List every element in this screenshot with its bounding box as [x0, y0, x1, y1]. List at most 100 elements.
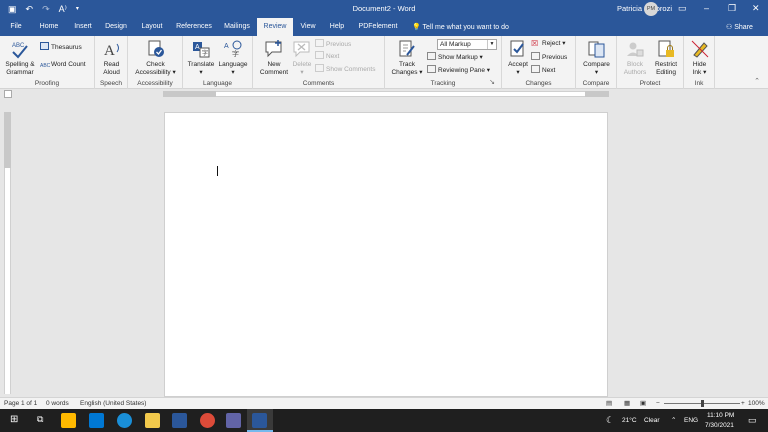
previous-comment-button[interactable]: Previous [315, 39, 351, 49]
tab-insert[interactable]: Insert [68, 18, 98, 36]
language-button[interactable]: A字 Language▾ [216, 39, 250, 76]
group-changes: Accept▾ ☒Reject ▾ Previous Next Changes [502, 36, 576, 89]
tell-me-search[interactable]: 💡 Tell me what you want to do [412, 23, 509, 31]
weather-moon-icon[interactable]: ☾ [606, 415, 614, 426]
word-pinned-icon[interactable] [172, 413, 187, 428]
weather-condition[interactable]: Clear [644, 417, 660, 424]
tab-design[interactable]: Design [101, 18, 131, 36]
vertical-ruler-top-margin[interactable] [4, 112, 11, 168]
translate-button[interactable]: A字 Translate▾ [186, 39, 216, 76]
next-comment-label: Next [326, 53, 339, 60]
mail-icon[interactable] [89, 413, 104, 428]
zoom-level[interactable]: 100% [748, 398, 765, 409]
new-comment-button[interactable]: NewComment [256, 39, 292, 76]
chrome-icon[interactable] [200, 413, 215, 428]
group-compare: Compare▾ Compare [576, 36, 617, 89]
close-icon[interactable]: ✕ [752, 2, 760, 14]
microsoft-store-icon[interactable] [61, 413, 76, 428]
track-changes-button[interactable]: TrackChanges ▾ [389, 39, 425, 76]
weather-temperature[interactable]: 21°C [622, 417, 637, 424]
reviewing-pane-label: Reviewing Pane [438, 67, 485, 74]
read-mode-icon[interactable]: ▦ [624, 398, 630, 409]
ruler-left-margin[interactable] [163, 91, 216, 97]
ribbon-tabs: File Home Insert Design Layout Reference… [0, 18, 768, 36]
ribbon-display-options-icon[interactable]: ▭ [678, 2, 687, 14]
word-count-label: Word Count [51, 61, 86, 68]
horizontal-ruler[interactable] [216, 91, 609, 97]
tab-selector[interactable] [4, 90, 12, 98]
svg-text:A: A [224, 43, 229, 50]
check-accessibility-button[interactable]: CheckAccessibility ▾ [132, 39, 179, 76]
tab-references[interactable]: References [172, 18, 216, 36]
focus-mode-icon[interactable]: ▤ [606, 398, 612, 409]
tab-pdfelement[interactable]: PDFelement [355, 18, 401, 36]
page-count[interactable]: Page 1 of 1 [4, 398, 37, 409]
clock-time[interactable]: 11:10 PM [707, 412, 734, 419]
tab-mailings[interactable]: Mailings [219, 18, 255, 36]
share-button[interactable]: ⚇ Share [726, 23, 753, 31]
reviewing-pane-button[interactable]: Reviewing Pane ▾ [427, 65, 490, 75]
zoom-in-icon[interactable]: + [741, 398, 745, 409]
delete-comment-button[interactable]: Delete▾ [291, 39, 313, 76]
next-change-icon [531, 65, 540, 73]
tab-help[interactable]: Help [326, 18, 348, 36]
windows-taskbar: ⊞ ⧉ ☾ 21°C Clear ⌃ ENG 11:10 PM 7/30/202… [0, 409, 768, 432]
word-count-button[interactable]: ABCWord Count [40, 60, 86, 70]
restore-icon[interactable]: ❐ [728, 2, 736, 14]
teams-icon[interactable] [226, 413, 241, 428]
minimize-icon[interactable]: – [704, 2, 709, 14]
group-ink: HideInk ▾ Ink [684, 36, 715, 89]
next-comment-icon [315, 51, 324, 59]
status-bar: Page 1 of 1 0 words English (United Stat… [0, 397, 768, 409]
tab-review[interactable]: Review [257, 18, 293, 36]
thesaurus-button[interactable]: Thesaurus [40, 42, 82, 52]
horizontal-ruler-bar [0, 89, 768, 99]
next-change-button[interactable]: Next [531, 65, 555, 75]
hide-ink-button[interactable]: HideInk ▾ [687, 39, 712, 76]
display-for-review-select[interactable]: All Markup ▼ [437, 39, 497, 50]
show-comments-button[interactable]: Show Comments [315, 64, 376, 74]
block-authors-button[interactable]: BlockAuthors [620, 39, 650, 76]
changes-label: Changes [391, 69, 417, 76]
proofing-language[interactable]: English (United States) [80, 398, 146, 409]
avatar[interactable]: PM [644, 2, 658, 16]
restrict-editing-button[interactable]: RestrictEditing [650, 39, 682, 76]
hidden-icons-chevron-icon[interactable]: ⌃ [671, 416, 676, 424]
task-view-icon[interactable]: ⧉ [37, 414, 43, 425]
zoom-out-icon[interactable]: − [656, 398, 660, 409]
text-cursor [217, 166, 218, 176]
block-authors-icon [625, 39, 645, 59]
compare-button[interactable]: Compare▾ [580, 39, 613, 76]
collapse-ribbon-icon[interactable]: ⌃ [754, 77, 760, 85]
group-proofing: ABC Spelling &Grammar Thesaurus ABCWord … [0, 36, 95, 89]
edge-icon[interactable] [117, 413, 132, 428]
clock-date[interactable]: 7/30/2021 [705, 422, 734, 429]
print-layout-icon[interactable]: ▣ [640, 398, 646, 409]
spelling-grammar-button[interactable]: ABC Spelling &Grammar [3, 39, 37, 76]
tab-home[interactable]: Home [34, 18, 64, 36]
accept-button[interactable]: Accept▾ [505, 39, 531, 76]
file-explorer-icon[interactable] [145, 413, 160, 428]
reject-button[interactable]: ☒Reject ▾ [531, 39, 566, 48]
document-page[interactable] [164, 112, 608, 397]
tracking-options-launcher-icon[interactable]: ↘ [489, 78, 495, 86]
translate-icon: A字 [191, 39, 211, 59]
next-comment-button[interactable]: Next [315, 51, 339, 61]
show-comments-icon [315, 64, 324, 72]
word-running-app[interactable] [247, 409, 273, 432]
show-markup-button[interactable]: Show Markup ▾ [427, 52, 483, 62]
zoom-slider-thumb[interactable] [701, 400, 704, 407]
accessibility-check-icon [146, 39, 166, 59]
previous-change-icon [531, 52, 540, 60]
compare-label: Compare [583, 61, 610, 68]
input-language[interactable]: ENG [684, 417, 698, 424]
notifications-icon[interactable]: ▭ [748, 415, 757, 426]
tab-layout[interactable]: Layout [136, 18, 168, 36]
word-count[interactable]: 0 words [46, 398, 69, 409]
start-icon[interactable]: ⊞ [10, 414, 18, 425]
ruler-right-margin[interactable] [585, 91, 609, 97]
tab-file[interactable]: File [4, 18, 28, 36]
previous-change-button[interactable]: Previous [531, 52, 567, 62]
tab-view[interactable]: View [296, 18, 320, 36]
read-aloud-button[interactable]: A ReadAloud [99, 39, 124, 76]
